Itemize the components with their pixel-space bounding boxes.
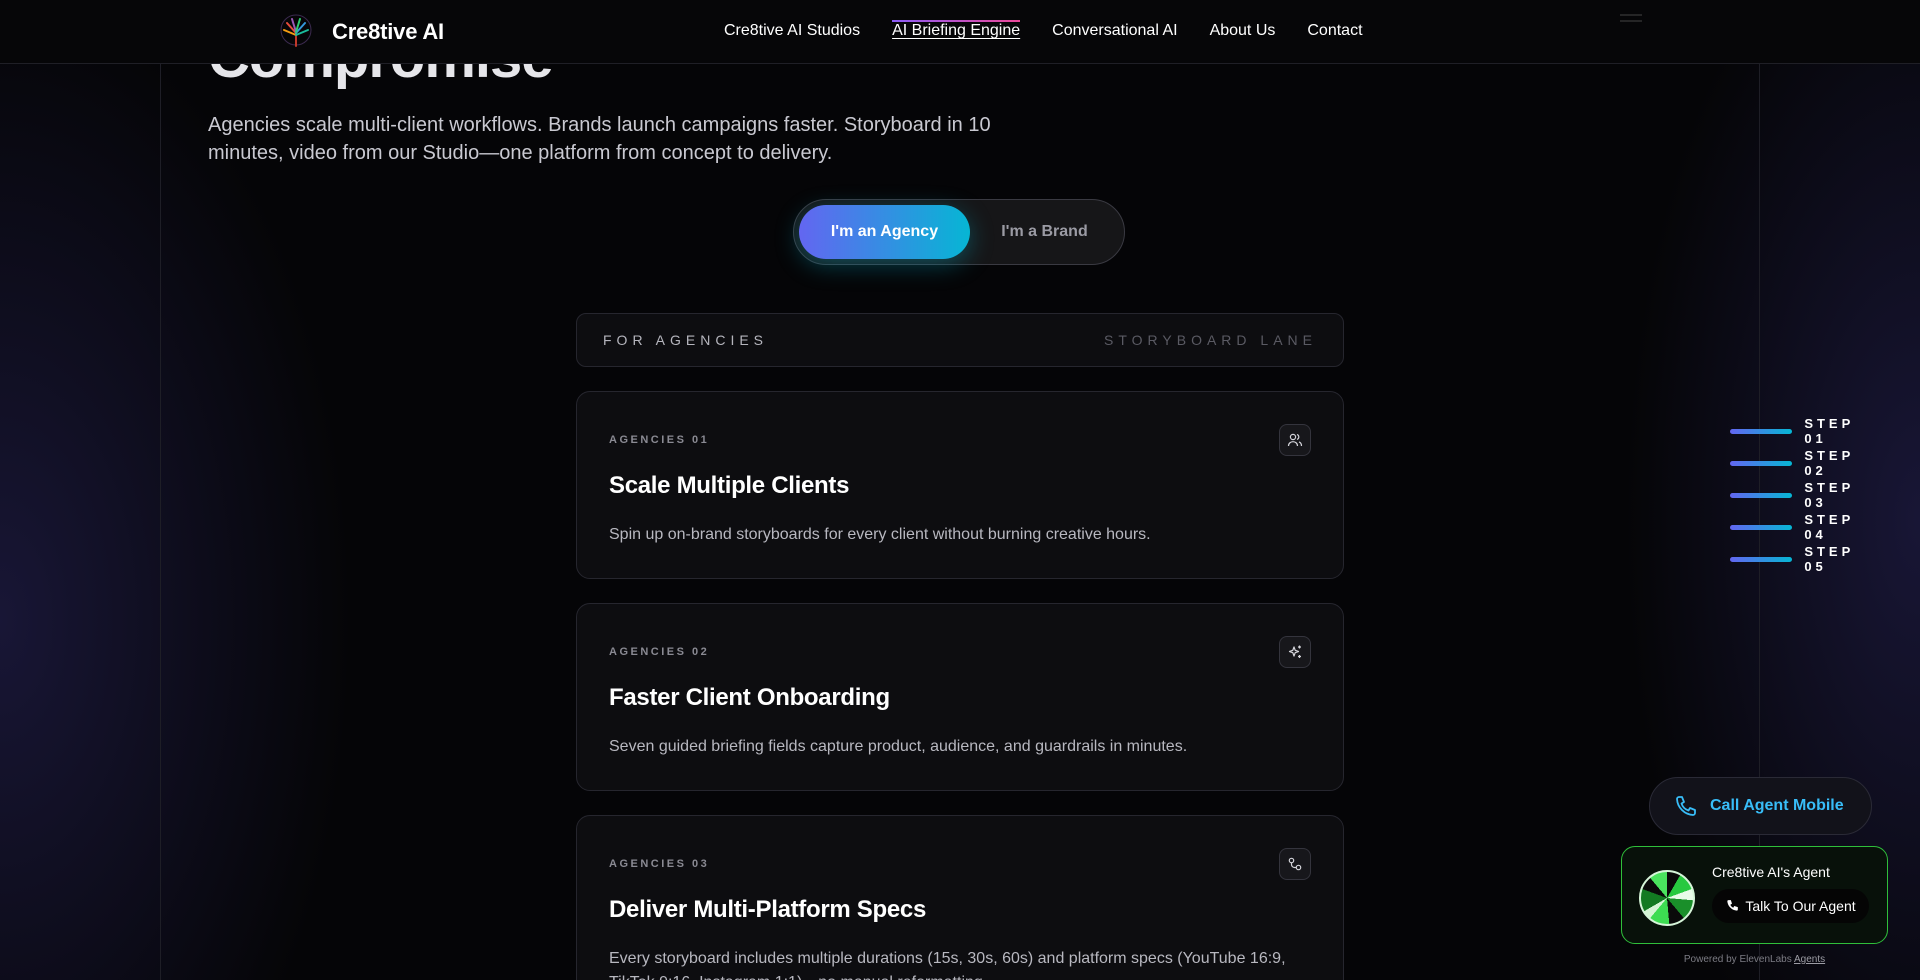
nav-conversational-ai[interactable]: Conversational AI [1052, 22, 1177, 40]
powered-by: Powered by ElevenLabs Agents [1621, 954, 1888, 965]
step-label: STEP 01 [1804, 416, 1855, 446]
card-kicker: AGENCIES 03 [609, 858, 710, 870]
agent-orb-icon [1639, 870, 1695, 926]
step-label: STEP 02 [1804, 448, 1855, 478]
card-description: Every storyboard includes multiple durat… [609, 950, 1286, 980]
powered-by-link[interactable]: Agents [1794, 954, 1825, 965]
nav-contact[interactable]: Contact [1307, 22, 1362, 40]
tree-logo-icon[interactable] [278, 13, 314, 49]
site-header: Cre8tive AI Cre8tive AI Studios AI Brief… [0, 0, 1920, 64]
main-nav: Cre8tive AI Studios AI Briefing Engine C… [724, 20, 1363, 40]
frame-left-line [160, 0, 161, 980]
lane-label: STORYBOARD LANE [1104, 332, 1317, 348]
card-title: Faster Client Onboarding [609, 684, 890, 711]
step-item[interactable]: STEP 02 [1730, 447, 1920, 479]
brand-toggle-button[interactable]: I'm a Brand [970, 205, 1119, 259]
share-icon [1279, 848, 1311, 880]
hero-subtitle: Agencies scale multi-client workflows. B… [208, 114, 991, 164]
step-indicator: STEP 01 STEP 02 STEP 03 STEP 04 STEP 05 [1730, 415, 1920, 575]
call-agent-label: Call Agent Mobile [1710, 797, 1844, 814]
feature-card: AGENCIES 01 Scale Multiple Clients Spin … [576, 391, 1344, 579]
step-label: STEP 05 [1804, 544, 1855, 574]
brand-name[interactable]: Cre8tive AI [332, 19, 444, 45]
menu-icon [1620, 14, 1642, 28]
step-bar [1730, 492, 1793, 498]
phone-icon [1727, 900, 1739, 911]
agent-widget: Cre8tive AI's Agent Talk To Our Agent [1621, 846, 1888, 944]
lane-header: FOR AGENCIES STORYBOARD LANE [576, 313, 1344, 367]
card-description: Seven guided briefing fields capture pro… [609, 738, 1188, 755]
step-bar [1730, 556, 1793, 562]
agency-toggle-button[interactable]: I'm an Agency [799, 205, 970, 259]
step-label: STEP 03 [1804, 480, 1855, 510]
step-item[interactable]: STEP 03 [1730, 479, 1920, 511]
phone-icon [1676, 796, 1696, 816]
card-kicker: AGENCIES 02 [609, 646, 710, 658]
feature-card: AGENCIES 02 Faster Client Onboarding Sev… [576, 603, 1344, 791]
call-agent-mobile-button[interactable]: Call Agent Mobile [1649, 777, 1872, 835]
agent-name: Cre8tive AI's Agent [1712, 864, 1830, 880]
users-icon [1279, 424, 1311, 456]
step-bar [1730, 460, 1793, 466]
talk-to-agent-button[interactable]: Talk To Our Agent [1712, 889, 1869, 923]
audience-toggle: I'm an Agency I'm a Brand [793, 199, 1125, 265]
sparkles-icon [1279, 636, 1311, 668]
step-bar [1730, 428, 1793, 434]
lane-title: FOR AGENCIES [603, 332, 769, 348]
nav-about-us[interactable]: About Us [1210, 22, 1276, 40]
powered-by-text: Powered by ElevenLabs [1683, 954, 1792, 965]
card-kicker: AGENCIES 01 [609, 434, 710, 446]
step-item[interactable]: STEP 01 [1730, 415, 1920, 447]
nav-briefing-engine[interactable]: AI Briefing Engine [892, 20, 1021, 40]
step-bar [1730, 524, 1793, 530]
step-item[interactable]: STEP 04 [1730, 511, 1920, 543]
nav-studios[interactable]: Cre8tive AI Studios [724, 22, 860, 40]
step-label: STEP 04 [1804, 512, 1855, 542]
talk-to-agent-label: Talk To Our Agent [1745, 898, 1856, 914]
card-title: Deliver Multi-Platform Specs [609, 896, 927, 923]
card-description: Spin up on-brand storyboards for every c… [609, 526, 1151, 543]
step-item[interactable]: STEP 05 [1730, 543, 1920, 575]
card-title: Scale Multiple Clients [609, 472, 850, 499]
feature-card: AGENCIES 03 Deliver Multi-Platform Specs… [576, 815, 1344, 980]
